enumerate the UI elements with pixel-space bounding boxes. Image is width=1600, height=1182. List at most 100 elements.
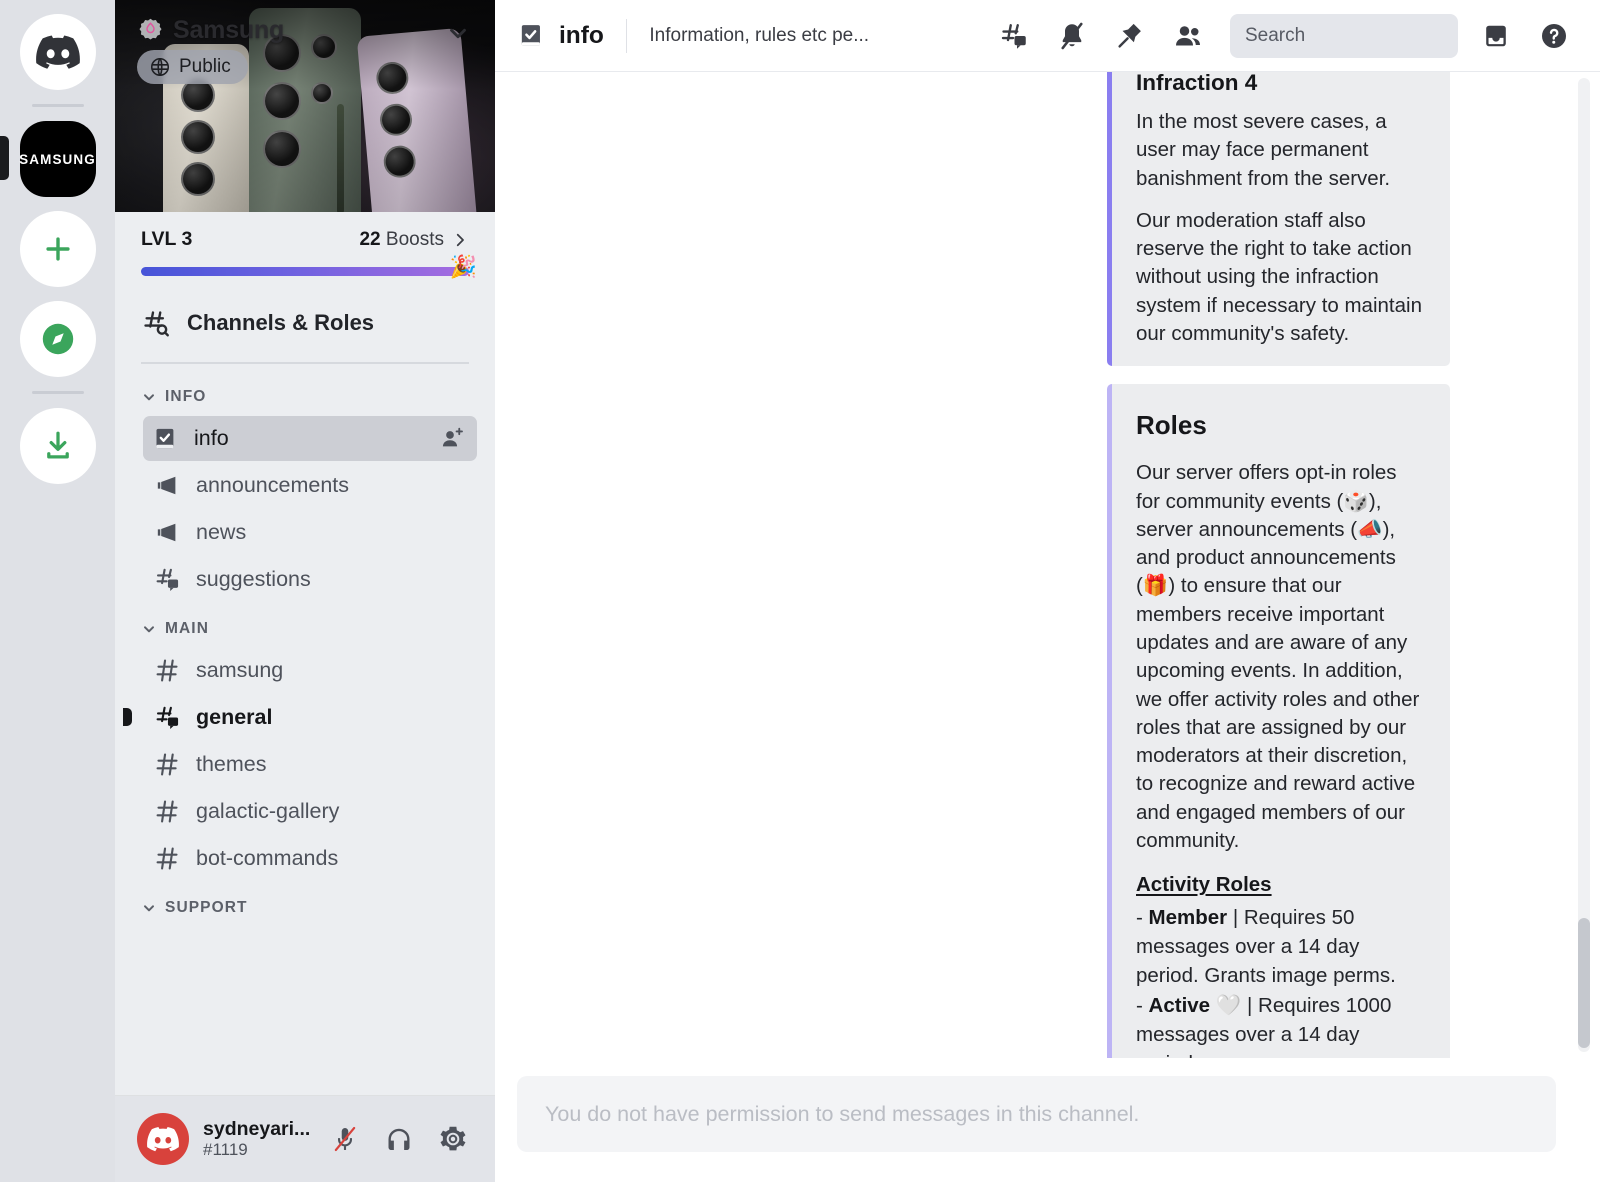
text-channel-icon (153, 798, 181, 825)
explore-servers-button[interactable] (20, 301, 96, 377)
role-name: Member (1149, 906, 1228, 929)
scrollbar-thumb[interactable] (1578, 918, 1590, 1048)
search-input[interactable] (1230, 14, 1458, 58)
category-label: SUPPORT (165, 899, 248, 917)
text-channel-icon (153, 845, 181, 872)
member-list-button[interactable] (1168, 16, 1208, 56)
avatar[interactable] (137, 1113, 189, 1165)
message-composer: You do not have permission to send messa… (495, 1058, 1600, 1182)
sidebar-item-label: info (194, 426, 229, 451)
sidebar-item-themes[interactable]: themes (145, 742, 477, 787)
boost-celebration-emoji: 🎉 (450, 254, 477, 280)
sidebar-item-samsung[interactable]: samsung (145, 648, 477, 693)
category-label: INFO (165, 388, 206, 406)
forum-channel-icon (153, 566, 181, 593)
sidebar-item-suggestions[interactable]: suggestions (145, 557, 477, 602)
hash-icon (154, 798, 181, 825)
pinned-messages-button[interactable] (1110, 16, 1150, 56)
sidebar-item-label: announcements (196, 473, 349, 498)
forum-channel-svg (154, 566, 181, 593)
category-label: MAIN (165, 620, 209, 638)
bell-muted-icon (1057, 21, 1087, 51)
user-tag: #1119 (203, 1140, 310, 1160)
gear-icon (439, 1125, 467, 1153)
download-apps-button[interactable] (20, 408, 96, 484)
deafen-button[interactable] (379, 1119, 419, 1159)
boost-level-label: LVL 3 (141, 228, 192, 251)
search-field[interactable] (1245, 25, 1490, 47)
embed-infraction-4: Infraction 4 In the most severe cases, a… (1107, 72, 1450, 366)
server-rail: SAMSUNG (0, 0, 115, 1182)
category-header-support[interactable]: SUPPORT (115, 883, 495, 925)
server-boost-section[interactable]: LVL 3 22 Boosts 🎉 (115, 212, 495, 290)
channel-topbar: info Information, rules etc pe... (495, 0, 1600, 72)
boost-badge-svg (137, 17, 164, 44)
pin-icon (1116, 21, 1145, 50)
inbox-button[interactable] (1476, 16, 1516, 56)
text-channel-icon (153, 657, 181, 684)
threads-button[interactable] (994, 16, 1034, 56)
no-permission-text: You do not have permission to send messa… (545, 1102, 1139, 1127)
headphones-icon (385, 1125, 413, 1153)
server-unread-pill (0, 136, 9, 180)
message-input-disabled: You do not have permission to send messa… (517, 1076, 1556, 1152)
chevron-right-icon (451, 231, 469, 249)
sidebar-item-label: themes (196, 752, 267, 777)
message-list: Infraction 4 In the most severe cases, a… (495, 72, 1600, 1058)
sidebar-item-announcements[interactable]: announcements (145, 463, 477, 508)
add-server-button[interactable] (20, 211, 96, 287)
server-icon-samsung[interactable]: SAMSUNG (20, 121, 96, 197)
discord-app: SAMSUNG (0, 0, 1600, 1182)
sidebar-item-bot-commands[interactable]: bot-commands (145, 836, 477, 881)
hash-icon (154, 657, 181, 684)
message-scroll-content: Infraction 4 In the most severe cases, a… (495, 72, 1600, 1058)
add-member-svg (440, 426, 465, 451)
discord-logo-icon (147, 1123, 179, 1155)
message-scrollbar[interactable] (1578, 78, 1590, 1052)
sidebar-item-label: general (196, 705, 272, 730)
samsung-wordmark: SAMSUNG (19, 152, 96, 167)
sidebar-item-galactic-gallery[interactable]: galactic-gallery (145, 789, 477, 834)
chevron-down-icon (141, 389, 157, 405)
sidebar-item-general[interactable]: general (145, 695, 477, 740)
rail-divider-top (32, 104, 84, 107)
channel-topic[interactable]: Information, rules etc pe... (649, 25, 869, 47)
sidebar-item-info[interactable]: info (143, 416, 477, 461)
sidebar-item-news[interactable]: news (145, 510, 477, 555)
server-privacy-badge[interactable]: Public (137, 50, 248, 84)
discord-home-button[interactable] (20, 14, 96, 90)
sidebar-item-label: galactic-gallery (196, 799, 339, 824)
rules-channel-icon (151, 425, 179, 452)
server-banner[interactable]: Samsung Public (115, 0, 495, 212)
channels-and-roles-button[interactable]: Channels & Roles (141, 298, 469, 348)
category-header-main[interactable]: MAIN (115, 604, 495, 646)
topbar-channel[interactable]: info (517, 21, 604, 50)
help-icon (1539, 21, 1569, 51)
notification-settings-button[interactable] (1052, 16, 1092, 56)
rules-channel-icon (517, 21, 546, 50)
help-button[interactable] (1534, 16, 1574, 56)
user-panel-actions (325, 1119, 473, 1159)
sidebar-item-label: news (196, 520, 246, 545)
add-member-icon[interactable] (440, 426, 465, 451)
boost-count-value: 22 (359, 229, 380, 250)
user-settings-button[interactable] (433, 1119, 473, 1159)
topbar-actions (994, 14, 1574, 58)
microphone-muted-icon (331, 1125, 359, 1153)
hash-icon (154, 751, 181, 778)
server-name: Samsung (173, 16, 284, 45)
channels-roles-browse-icon (141, 308, 171, 338)
user-identity[interactable]: sydneyari... #1119 (203, 1118, 310, 1160)
compass-icon (39, 320, 77, 358)
page-title: info (559, 22, 604, 50)
chevron-down-icon (445, 20, 471, 46)
forum-channel-svg (154, 704, 181, 731)
announcement-channel-svg (154, 519, 181, 546)
category-header-info[interactable]: INFO (115, 372, 495, 414)
server-dropdown-chevron-icon[interactable] (441, 16, 475, 55)
channels-and-roles-label: Channels & Roles (187, 310, 374, 336)
embed-intro-paragraph: Our server offers opt-in roles for commu… (1136, 459, 1426, 855)
mute-mic-button[interactable] (325, 1119, 365, 1159)
announcement-channel-icon (153, 472, 181, 499)
sidebar-item-label: samsung (196, 658, 283, 683)
